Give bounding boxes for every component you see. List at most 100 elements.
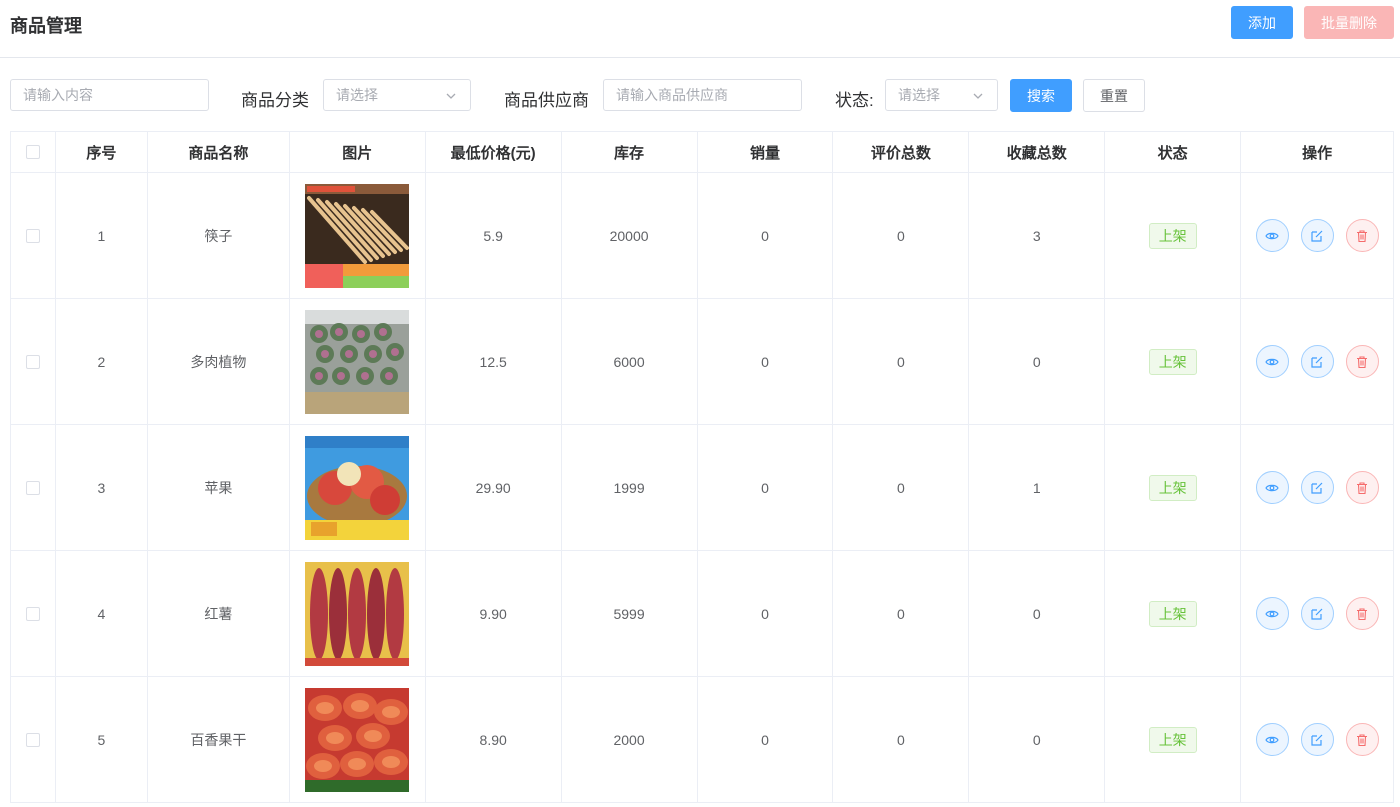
row-product-name: 苹果: [148, 425, 290, 550]
status-select[interactable]: 请选择: [885, 79, 998, 111]
chevron-down-icon: [973, 93, 983, 99]
eye-icon: [1265, 358, 1279, 365]
product-image: [305, 435, 410, 540]
table-row: 1 筷子 5.9 20000 0 0 3 上架: [11, 173, 1395, 299]
row-price: 9.90: [426, 551, 562, 676]
delete-button[interactable]: [1345, 219, 1379, 252]
search-button[interactable]: 搜索: [1010, 79, 1072, 112]
row-product-name: 多肉植物: [148, 299, 290, 424]
row-checkbox[interactable]: [25, 480, 40, 495]
delete-button[interactable]: [1345, 471, 1379, 504]
table-body: 1 筷子 5.9 20000 0 0 3 上架 2 多肉植物 12.5 6000…: [11, 173, 1395, 803]
product-image: [305, 183, 410, 288]
table-row: 2 多肉植物 12.5 6000 0 0 0 上架: [11, 299, 1395, 425]
row-image-cell: [290, 173, 426, 298]
row-checkbox[interactable]: [25, 732, 40, 747]
keyword-input[interactable]: [10, 79, 209, 111]
table-row: 5 百香果干 8.90 2000 0 0 0 上架: [11, 677, 1395, 803]
row-checkbox[interactable]: [25, 228, 40, 243]
edit-button[interactable]: [1300, 723, 1334, 756]
column-header-actions: 操作: [1241, 132, 1395, 172]
row-price: 5.9: [426, 173, 562, 298]
supplier-input[interactable]: [603, 79, 802, 111]
row-actions-cell: [1241, 173, 1395, 298]
edit-button[interactable]: [1300, 471, 1334, 504]
row-index: 3: [56, 425, 148, 550]
row-status-cell: 上架: [1105, 677, 1242, 802]
column-header-name: 商品名称: [148, 132, 290, 172]
product-table: 序号 商品名称 图片 最低价格(元) 库存 销量 评价总数 收藏总数 状态 操作…: [10, 131, 1395, 803]
row-favorites: 0: [969, 551, 1106, 676]
edit-button[interactable]: [1300, 597, 1334, 630]
row-status-cell: 上架: [1105, 299, 1242, 424]
eye-icon: [1265, 484, 1279, 491]
row-index: 1: [56, 173, 148, 298]
row-stock: 1999: [562, 425, 698, 550]
column-header-index: 序号: [56, 132, 148, 172]
column-header-sales: 销量: [698, 132, 834, 172]
edit-button[interactable]: [1300, 219, 1334, 252]
row-select-cell: [11, 551, 56, 676]
header-select-all-cell: [11, 132, 56, 172]
edit-icon: [1311, 734, 1323, 746]
edit-icon: [1311, 356, 1323, 368]
row-stock: 20000: [562, 173, 698, 298]
row-select-cell: [11, 299, 56, 424]
row-favorites: 3: [969, 173, 1106, 298]
row-image-cell: [290, 425, 426, 550]
row-reviews: 0: [833, 173, 970, 298]
product-image: [305, 561, 410, 666]
row-product-name: 百香果干: [148, 677, 290, 802]
row-favorites: 0: [969, 299, 1106, 424]
row-status-cell: 上架: [1105, 551, 1242, 676]
view-button[interactable]: [1255, 219, 1289, 252]
category-select[interactable]: 请选择: [323, 79, 471, 111]
row-favorites: 1: [969, 425, 1106, 550]
batch-delete-button[interactable]: 批量删除: [1304, 6, 1394, 39]
eye-icon: [1265, 610, 1279, 617]
page-title: 商品管理: [10, 16, 82, 36]
row-favorites: 0: [969, 677, 1106, 802]
add-button[interactable]: 添加: [1231, 6, 1293, 39]
select-all-checkbox[interactable]: [25, 145, 40, 159]
reset-button[interactable]: 重置: [1083, 79, 1145, 112]
row-sales: 0: [698, 299, 834, 424]
edit-icon: [1311, 608, 1323, 620]
trash-icon: [1357, 607, 1368, 620]
view-button[interactable]: [1255, 345, 1289, 378]
row-index: 5: [56, 677, 148, 802]
view-button[interactable]: [1255, 597, 1289, 630]
row-stock: 6000: [562, 299, 698, 424]
row-image-cell: [290, 677, 426, 802]
delete-button[interactable]: [1345, 597, 1379, 630]
table-header-row: 序号 商品名称 图片 最低价格(元) 库存 销量 评价总数 收藏总数 状态 操作: [11, 132, 1395, 173]
row-stock: 5999: [562, 551, 698, 676]
delete-button[interactable]: [1345, 345, 1379, 378]
view-button[interactable]: [1255, 723, 1289, 756]
column-header-status: 状态: [1105, 132, 1242, 172]
row-price: 12.5: [426, 299, 562, 424]
category-select-value: 请选择: [336, 87, 378, 103]
row-reviews: 0: [833, 425, 970, 550]
page-header: 商品管理 添加 批量删除: [0, 0, 1400, 58]
row-actions-cell: [1241, 551, 1395, 676]
table-row: 3 苹果 29.90 1999 0 0 1 上架: [11, 425, 1395, 551]
column-header-price: 最低价格(元): [426, 132, 562, 172]
row-reviews: 0: [833, 551, 970, 676]
trash-icon: [1357, 733, 1368, 746]
row-image-cell: [290, 299, 426, 424]
row-product-name: 筷子: [148, 173, 290, 298]
delete-button[interactable]: [1345, 723, 1379, 756]
status-badge: 上架: [1148, 726, 1197, 753]
product-image: [305, 687, 410, 792]
status-badge: 上架: [1148, 348, 1197, 375]
view-button[interactable]: [1255, 471, 1289, 504]
status-badge: 上架: [1148, 600, 1197, 627]
row-checkbox[interactable]: [25, 354, 40, 369]
row-checkbox[interactable]: [25, 606, 40, 621]
status-badge: 上架: [1148, 474, 1197, 501]
row-select-cell: [11, 425, 56, 550]
edit-button[interactable]: [1300, 345, 1334, 378]
row-actions-cell: [1241, 299, 1395, 424]
column-header-favorites: 收藏总数: [969, 132, 1106, 172]
